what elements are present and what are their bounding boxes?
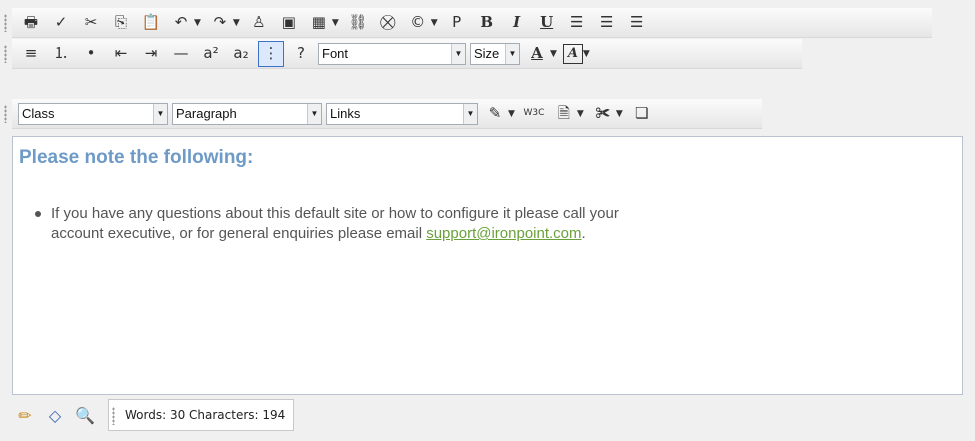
font-select[interactable]: Font ▼ [318, 42, 466, 65]
list-item: If you have any questions about this def… [35, 204, 931, 244]
indent-icon[interactable]: ⇥ [138, 41, 164, 67]
insert-link-icon[interactable]: ⛓ [345, 10, 371, 36]
superscript-icon[interactable]: a² [198, 41, 224, 67]
dropdown-arrow-icon[interactable]: ▼ [616, 109, 623, 119]
undo-icon[interactable]: ↶ [168, 10, 194, 36]
support-email-link[interactable]: support@ironpoint.com [426, 225, 581, 242]
chevron-down-icon[interactable]: ▼ [153, 103, 167, 124]
w3c-validate-icon[interactable]: W3C [521, 101, 547, 127]
format-stripper-icon[interactable]: ✎ [482, 101, 508, 127]
html-code-icon[interactable]: 🗎 [551, 101, 577, 127]
dropdown-arrow-icon[interactable]: ▼ [431, 18, 438, 28]
content-heading: Please note the following: [19, 147, 254, 168]
insert-image-icon[interactable]: ▣ [276, 10, 302, 36]
rich-text-editor: 🖶 ✓ ✂ ⎘ 📋 ↶ ▼ ↷ ▼ ♙ ▣ ▦ ▼ ⛓ ⛒ © ▼ P B I U ☰ ☰ ☰ ≡ ⒈ • ⇤ ⇥ — a² a₂ ⋮? Fon… [0, 0, 975, 441]
insert-snippet-icon[interactable]: ✀ [590, 101, 616, 127]
print-icon[interactable]: 🖶 [18, 10, 44, 36]
design-mode-icon[interactable]: ✏ [12, 402, 38, 428]
bullet-text-line1: If you have any questions about this def… [51, 205, 619, 222]
help-icon[interactable]: ? [288, 41, 314, 67]
insert-table-icon[interactable]: ▦ [306, 10, 332, 36]
italic-icon[interactable]: I [504, 10, 530, 36]
chevron-down-icon[interactable]: ▼ [451, 43, 465, 64]
subscript-icon[interactable]: a₂ [228, 41, 254, 67]
justify-icon[interactable]: ≡ [18, 41, 44, 67]
paragraph-select[interactable]: Paragraph ▼ [172, 102, 322, 125]
toolbar-grip[interactable] [4, 14, 7, 32]
size-select[interactable]: Size ▼ [470, 42, 520, 65]
numbered-list-icon[interactable]: ⒈ [48, 41, 74, 67]
toolbar-grip[interactable] [4, 105, 7, 123]
horizontal-rule-icon[interactable]: — [168, 41, 194, 67]
dropdown-arrow-icon[interactable]: ▼ [550, 49, 557, 59]
spellcheck-icon[interactable]: ✓ [48, 10, 74, 36]
align-left-icon[interactable]: ☰ [564, 10, 590, 36]
custom-tool-icon[interactable]: ❏ [629, 101, 655, 127]
bullet-text-period: . [581, 225, 586, 242]
toolbar-row-2: ≡ ⒈ • ⇤ ⇥ — a² a₂ ⋮? Font ▼ Size ▼ A ▼ A ▼ [4, 39, 802, 69]
paragraph-select-value: Paragraph [176, 106, 237, 121]
chevron-down-icon[interactable]: ▼ [463, 103, 477, 124]
toolbar-row-1: 🖶 ✓ ✂ ⎘ 📋 ↶ ▼ ↷ ▼ ♙ ▣ ▦ ▼ ⛓ ⛒ © ▼ P B I U ☰ ☰ ☰ [4, 8, 932, 38]
chevron-down-icon[interactable]: ▼ [505, 43, 519, 64]
word-count-display: Words: 30 Characters: 194 [108, 399, 295, 431]
links-select[interactable]: Links ▼ [326, 102, 478, 125]
underline-icon[interactable]: U [534, 10, 560, 36]
html-mode-icon[interactable]: ◇ [42, 402, 68, 428]
class-select-value: Class [22, 106, 55, 121]
preview-mode-icon[interactable]: 🔍 [72, 402, 98, 428]
dropdown-arrow-icon[interactable]: ▼ [508, 109, 515, 119]
class-select[interactable]: Class ▼ [18, 102, 168, 125]
cut-icon[interactable]: ✂ [78, 10, 104, 36]
show-borders-icon[interactable]: ⋮ [258, 40, 284, 67]
outdent-icon[interactable]: ⇤ [108, 41, 134, 67]
bullet-dot [35, 211, 41, 217]
remove-link-icon[interactable]: ⛒ [375, 10, 401, 36]
size-select-value: Size [474, 46, 500, 61]
redo-icon[interactable]: ↷ [207, 10, 233, 36]
copyright-icon[interactable]: © [405, 10, 431, 36]
font-select-value: Font [322, 46, 349, 61]
copy-icon[interactable]: ⎘ [108, 10, 134, 36]
paragraph-icon[interactable]: P [444, 10, 470, 36]
dropdown-arrow-icon[interactable]: ▼ [577, 109, 584, 119]
editor-content-area[interactable]: Please note the following: If you have a… [12, 136, 963, 395]
word-count-text: Words: 30 Characters: 194 [125, 408, 286, 422]
chevron-down-icon[interactable]: ▼ [307, 103, 321, 124]
dropdown-arrow-icon[interactable]: ▼ [194, 18, 201, 28]
links-select-value: Links [330, 106, 361, 121]
font-color-icon[interactable]: A [524, 41, 550, 67]
dropdown-arrow-icon[interactable]: ▼ [583, 49, 590, 59]
toolbar-row-3: Class ▼ Paragraph ▼ Links ▼ ✎ ▼ W3C 🗎 ▼ ✀ ▼ ❏ [4, 99, 762, 129]
status-grip [112, 407, 115, 425]
align-right-icon[interactable]: ☰ [624, 10, 650, 36]
bullet-text-line2: account executive, or for general enquir… [51, 225, 427, 242]
toolbar-grip[interactable] [4, 45, 7, 63]
dropdown-arrow-icon[interactable]: ▼ [332, 18, 339, 28]
paste-icon[interactable]: 📋 [138, 10, 164, 36]
highlight-color-icon[interactable]: A [562, 43, 583, 64]
bulleted-list-icon[interactable]: • [78, 41, 104, 67]
bold-icon[interactable]: B [474, 10, 500, 36]
editor-status-bar: ✏ ◇ 🔍 Words: 30 Characters: 194 [12, 396, 963, 434]
insert-symbol-icon[interactable]: ♙ [246, 10, 272, 36]
dropdown-arrow-icon[interactable]: ▼ [233, 18, 240, 28]
align-center-icon[interactable]: ☰ [594, 10, 620, 36]
